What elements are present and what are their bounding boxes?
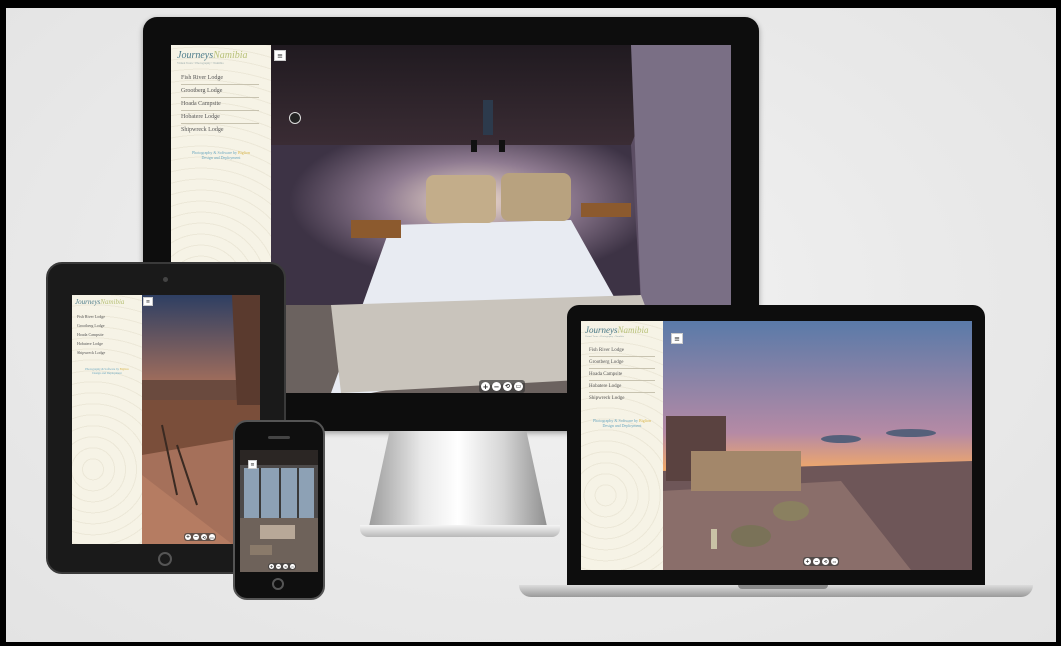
lodge-menu: Fish River Lodge Grootberg Lodge Hoada C… — [72, 312, 142, 357]
fullscreen-icon[interactable]: ▭ — [209, 534, 215, 540]
zoom-in-icon[interactable]: + — [185, 534, 191, 540]
tablet-camera — [163, 277, 168, 282]
menu-item-shipwreck[interactable]: Shipwreck Lodge — [589, 393, 655, 404]
zoom-out-icon[interactable]: − — [276, 564, 281, 569]
credit-text: Photography & Software by Biglion Design… — [85, 367, 129, 375]
site-logo[interactable]: JourneysNamibia — [177, 50, 265, 61]
hamburger-menu-icon[interactable]: ≡ — [143, 297, 153, 306]
menu-item-fish-river[interactable]: Fish River Lodge — [181, 72, 259, 85]
menu-item-hobatere[interactable]: Hobatere Lodge — [181, 111, 259, 124]
viewer-controls: + − ⟲ ▭ — [184, 533, 216, 541]
menu-item-shipwreck[interactable]: Shipwreck Lodge — [77, 348, 136, 357]
viewer-controls: + − ⟲ ▭ — [268, 563, 296, 570]
menu-item-grootberg[interactable]: Grootberg Lodge — [589, 357, 655, 369]
hamburger-menu-icon[interactable]: ≡ — [248, 460, 257, 469]
zoom-in-icon[interactable]: + — [269, 564, 274, 569]
credit-text: Photography & Software by Biglion Design… — [191, 150, 250, 160]
hamburger-menu-icon[interactable]: ≡ — [274, 50, 286, 61]
phone-screen: ≡ + − ⟲ ▭ — [240, 450, 318, 572]
zoom-out-icon[interactable]: − — [492, 382, 501, 391]
fullscreen-icon[interactable]: ▭ — [514, 382, 523, 391]
lodge-menu: Fish River Lodge Grootberg Lodge Hoada C… — [171, 72, 271, 136]
site-logo[interactable]: JourneysNamibia — [585, 325, 659, 335]
menu-item-hoada[interactable]: Hoada Campsite — [589, 369, 655, 381]
desktop-monitor-stand — [368, 431, 548, 531]
laptop-screen: JourneysNamibia Virtual Tours • Photogra… — [581, 321, 972, 570]
zoom-out-icon[interactable]: − — [813, 558, 820, 565]
menu-item-hobatere[interactable]: Hobatere Lodge — [77, 339, 136, 348]
laptop-sidebar: JourneysNamibia Virtual Tours • Photogra… — [581, 321, 663, 570]
zoom-in-icon[interactable]: + — [481, 382, 490, 391]
zoom-in-icon[interactable]: + — [804, 558, 811, 565]
desktop-monitor-base — [360, 525, 560, 537]
site-logo-subtitle: Virtual Tours • Photography • Namibia — [585, 335, 624, 338]
tablet-screen: JourneysNamibia Fish River Lodge Grootbe… — [72, 295, 260, 544]
phone-speaker — [268, 436, 290, 439]
viewer-controls: + − ⟲ ▭ — [479, 380, 525, 393]
menu-item-grootberg[interactable]: Grootberg Lodge — [181, 85, 259, 98]
credit-text: Photography & Software by Biglion Design… — [592, 418, 651, 428]
rotate-icon[interactable]: ⟲ — [201, 534, 207, 540]
lodge-menu: Fish River Lodge Grootberg Lodge Hoada C… — [581, 345, 663, 404]
menu-item-fish-river[interactable]: Fish River Lodge — [77, 312, 136, 321]
fullscreen-icon[interactable]: ▭ — [831, 558, 838, 565]
rotate-icon[interactable]: ⟲ — [283, 564, 288, 569]
menu-item-grootberg[interactable]: Grootberg Lodge — [77, 321, 136, 330]
rotate-icon[interactable]: ⟲ — [822, 558, 829, 565]
laptop-notch — [738, 585, 828, 589]
menu-item-hobatere[interactable]: Hobatere Lodge — [589, 381, 655, 393]
phone-home-button[interactable] — [272, 578, 284, 590]
menu-item-hoada[interactable]: Hoada Campsite — [181, 98, 259, 111]
zoom-out-icon[interactable]: − — [193, 534, 199, 540]
info-hotspot-icon[interactable] — [289, 112, 301, 124]
rotate-icon[interactable]: ⟲ — [503, 382, 512, 391]
menu-item-hoada[interactable]: Hoada Campsite — [77, 330, 136, 339]
fullscreen-icon[interactable]: ▭ — [290, 564, 295, 569]
tablet-home-button[interactable] — [158, 552, 172, 566]
menu-item-shipwreck[interactable]: Shipwreck Lodge — [181, 124, 259, 136]
menu-item-fish-river[interactable]: Fish River Lodge — [589, 345, 655, 357]
site-logo-subtitle: Virtual Tours • Photography • Namibia — [177, 61, 224, 65]
hamburger-menu-icon[interactable]: ≡ — [671, 333, 683, 344]
site-logo[interactable]: JourneysNamibia — [75, 298, 139, 306]
viewer-controls: + − ⟲ ▭ — [803, 557, 839, 566]
tablet-sidebar: JourneysNamibia Fish River Lodge Grootbe… — [72, 295, 142, 544]
